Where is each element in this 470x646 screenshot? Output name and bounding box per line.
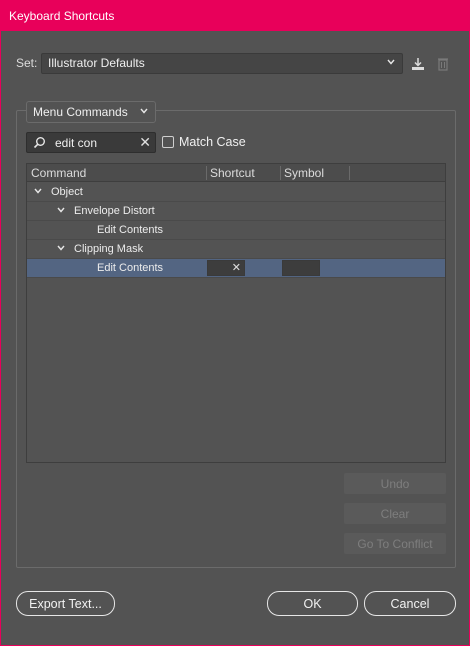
category-dropdown[interactable]: Menu Commands: [26, 101, 156, 123]
row-label: Object: [51, 186, 83, 198]
table-row[interactable]: Clipping Mask: [27, 240, 445, 259]
column-command[interactable]: Command: [31, 166, 86, 180]
cancel-button[interactable]: Cancel: [364, 591, 456, 616]
symbol-input[interactable]: [282, 260, 320, 276]
save-set-icon[interactable]: [410, 56, 426, 72]
clear-button[interactable]: Clear: [344, 503, 446, 524]
table-row-selected[interactable]: Edit Contents ✕: [27, 259, 445, 278]
row-label: Edit Contents: [97, 224, 164, 236]
window-title: Keyboard Shortcuts: [0, 0, 470, 31]
column-divider[interactable]: [280, 166, 281, 180]
clear-search-icon[interactable]: ✕: [139, 134, 151, 151]
shortcut-input[interactable]: ✕: [207, 260, 245, 276]
undo-button[interactable]: Undo: [344, 473, 446, 494]
column-symbol[interactable]: Symbol: [284, 166, 324, 180]
set-dropdown[interactable]: Illustrator Defaults: [41, 53, 403, 74]
set-dropdown-value: Illustrator Defaults: [48, 56, 145, 70]
chevron-down-icon[interactable]: [56, 243, 66, 253]
column-shortcut[interactable]: Shortcut: [210, 166, 255, 180]
match-case-checkbox[interactable]: [162, 136, 174, 148]
category-dropdown-value: Menu Commands: [33, 105, 128, 119]
table-row[interactable]: Edit Contents: [27, 221, 445, 240]
search-input[interactable]: edit con ✕: [26, 132, 156, 153]
chevron-down-icon: [387, 59, 395, 65]
shortcuts-table: Command Shortcut Symbol Object Envelope …: [26, 163, 446, 463]
trash-icon[interactable]: [435, 56, 451, 72]
set-label: Set:: [16, 56, 38, 70]
column-divider[interactable]: [206, 166, 207, 180]
chevron-down-icon[interactable]: [33, 186, 43, 196]
column-divider[interactable]: [349, 166, 350, 180]
row-label: Edit Contents: [97, 262, 164, 274]
row-label: Envelope Distort: [74, 205, 155, 217]
match-case-label: Match Case: [179, 135, 246, 149]
search-value: edit con: [55, 136, 98, 150]
chevron-down-icon: [140, 108, 148, 114]
clear-shortcut-icon[interactable]: ✕: [232, 261, 241, 274]
ok-button[interactable]: OK: [267, 591, 358, 616]
go-to-conflict-button[interactable]: Go To Conflict: [344, 533, 446, 554]
chevron-down-icon[interactable]: [56, 205, 66, 215]
search-icon: [33, 137, 45, 149]
export-text-button[interactable]: Export Text...: [16, 591, 115, 616]
table-row[interactable]: Envelope Distort: [27, 202, 445, 221]
table-header: Command Shortcut Symbol: [27, 164, 445, 182]
row-label: Clipping Mask: [74, 243, 144, 255]
table-row[interactable]: Object: [27, 183, 445, 202]
